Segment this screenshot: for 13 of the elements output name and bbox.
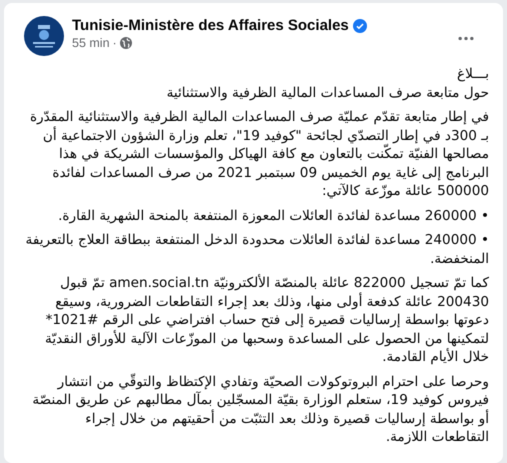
separator-dot: · [112,36,117,50]
logo-icon[interactable] [24,16,64,56]
globe-icon [120,37,132,49]
more-options-icon[interactable] [457,36,475,41]
paragraph-text: • 240000 مساعدة لفائدة العائلات محدودة الدخل المنتفعة ببطاقة العلاج بالتعريفة المنخفضة. [24,231,489,268]
post-time[interactable]: 55 min [72,36,110,50]
paragraph-text: في إطار متابعة تقدّم عمليّة صرف المساعدات المالية الظرفية والاستثنائية المقدّرة بـ 300د في إطار التصدّي لجائحة "كوفيد 19"، تعلم وزارة الشؤون الاجتماعية أن مصالحها الفنيّة تمكّنت بالتعاون مع كافة الهياكل والمؤسسات الشريكة في هذا البرنامج إلى غاية يوم الخميس 09 سبتمبر 2021 من صرف المساعدات لفائدة 500000 عائلة موزّعة كالآتي: [28,108,489,200]
author-name[interactable]: Tunisie-Ministère des Affaires Sociales [72,17,349,34]
paragraph-text: • 260000 مساعدة لفائدة العائلات المعوزة المنتفعة بالمنحة الشهرية القارة. [57,206,489,225]
paragraph-text: كما تمّ تسجيل 822000 عائلة بالمنصّة الألكترونيّة amen.social.tn تمّ قبول 200430 عائلة كدفعة أولى منها، وذلك بعد إجراء التقاطعات الضرورية، وسيقع دعوتها بواسطة إرساليات قصيرة إلى فتح حساب افتراضي على الرقم #1021* لتمكينها من الحصول على المساعدة وسحبها من الموزّعات الآلية للأوراق النقديّة خلال الأيام القادمة. [44,274,489,366]
heading-text: حول متابعة صرف المساعدات المالية الظرفية والاستثنائية [166,84,489,102]
paragraph-text: وحرصا على احترام البروتوكولات الصحيّة وتفادي الإكتظاظ والتوقّي من انتشار فيروس كوفيد 19، ستعلم الوزارة بقيّة المسجّلين بمآل مطالبهم عن طريق المنصّة أو بواسطة إرساليات قصيرة وذلك بعد التثبّت من أحقيتهم من خلال إجراء التقاطعات اللازمة. [31,372,489,446]
heading-text: بـــلاغ [456,65,489,84]
